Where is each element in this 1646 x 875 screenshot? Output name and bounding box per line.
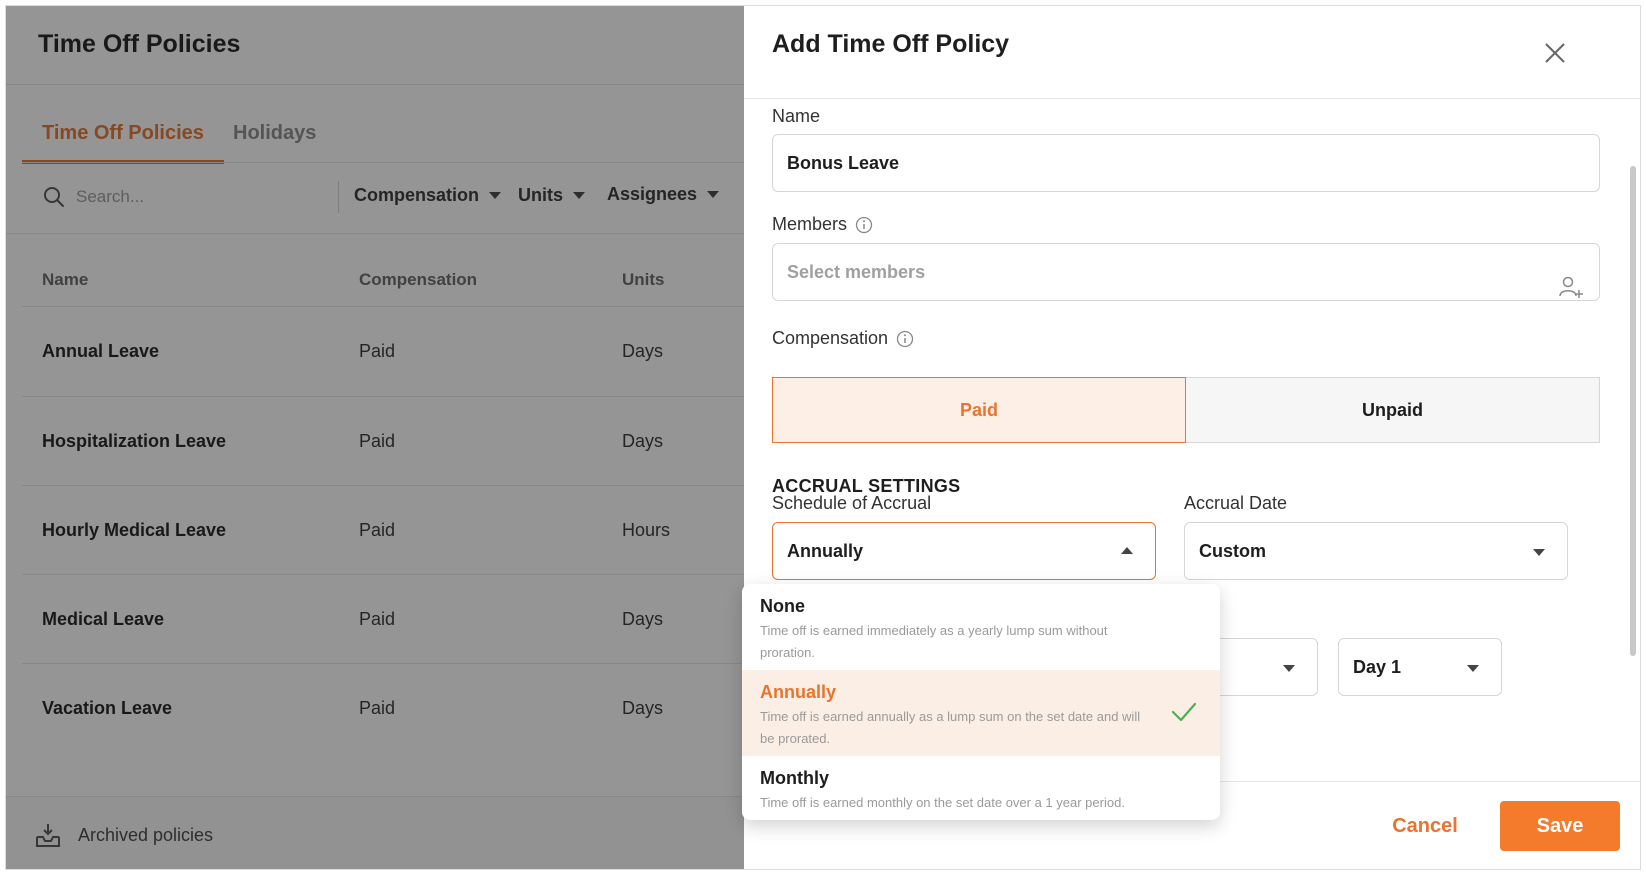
accrual-date-label-text: Accrual Date — [1184, 493, 1288, 513]
drawer-title: Add Time Off Policy — [772, 30, 1010, 58]
schedule-label: Schedule of Accrual — [772, 493, 931, 514]
members-select-input[interactable] — [772, 243, 1600, 301]
members-label-text: Members — [772, 214, 848, 234]
modal-backdrop[interactable] — [6, 6, 744, 869]
members-label: Members — [772, 214, 873, 235]
info-icon[interactable] — [855, 216, 873, 234]
check-icon — [1171, 702, 1197, 722]
option-title: Annually — [760, 682, 837, 702]
policies-page: Time Off Policies Time Off Policies Holi… — [6, 6, 744, 869]
option-description: Time off is earned immediately as a year… — [760, 623, 1108, 660]
option-description: Time off is earned annually as a lump su… — [760, 709, 1141, 746]
accrual-date-select[interactable]: Custom — [1184, 522, 1568, 580]
name-label: Name — [772, 106, 820, 127]
chevron-down-icon — [1533, 549, 1545, 556]
schedule-of-accrual-select[interactable]: Annually — [772, 522, 1156, 580]
schedule-option-annually[interactable]: Annually Time off is earned annually as … — [742, 670, 1220, 756]
cancel-button[interactable]: Cancel — [1370, 801, 1480, 851]
close-icon[interactable] — [1542, 40, 1568, 66]
policy-name-input[interactable] — [772, 134, 1600, 192]
accrual-date-label: Accrual Date — [1184, 493, 1287, 514]
scrollbar[interactable] — [1630, 166, 1636, 656]
option-title: None — [760, 596, 805, 616]
name-label-text: Name — [772, 106, 821, 126]
option-title: Monthly — [760, 768, 829, 788]
option-description: Time off is earned monthly on the set da… — [760, 795, 1125, 810]
save-button[interactable]: Save — [1500, 801, 1620, 851]
day-select[interactable]: Day 1 — [1338, 638, 1502, 696]
compensation-unpaid-option[interactable]: Unpaid — [1185, 377, 1600, 443]
accrual-date-selected-value: Custom — [1199, 540, 1266, 561]
compensation-label-text: Compensation — [772, 328, 889, 348]
chevron-down-icon — [1467, 665, 1479, 672]
chevron-up-icon — [1121, 547, 1133, 554]
divider — [744, 98, 1640, 99]
schedule-option-monthly[interactable]: Monthly Time off is earned monthly on th… — [742, 756, 1220, 820]
schedule-label-text: Schedule of Accrual — [772, 493, 932, 513]
day-selected-value: Day 1 — [1353, 656, 1402, 677]
compensation-paid-option[interactable]: Paid — [772, 377, 1186, 443]
schedule-dropdown-menu: None Time off is earned immediately as a… — [742, 584, 1220, 820]
compensation-label: Compensation — [772, 328, 914, 349]
info-icon[interactable] — [896, 330, 914, 348]
schedule-selected-value: Annually — [787, 540, 864, 561]
schedule-option-none[interactable]: None Time off is earned immediately as a… — [742, 584, 1220, 670]
chevron-down-icon — [1283, 665, 1295, 672]
app-window: Time Off Policies Time Off Policies Holi… — [5, 5, 1641, 870]
add-member-icon[interactable] — [1558, 274, 1584, 300]
